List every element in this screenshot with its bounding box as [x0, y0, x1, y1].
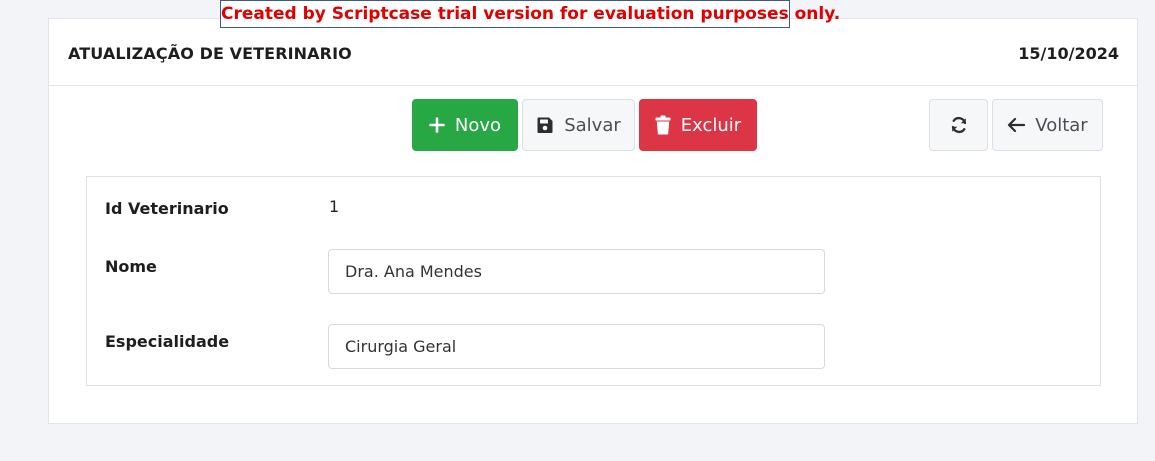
page-title: ATUALIZAÇÃO DE VETERINARIO — [68, 44, 352, 63]
id-veterinario-value: 1 — [329, 197, 340, 216]
save-button-label: Salvar — [564, 114, 621, 136]
nome-input[interactable] — [328, 249, 825, 294]
delete-button-label: Excluir — [680, 114, 742, 136]
back-button-label: Voltar — [1035, 114, 1088, 136]
trial-banner: Created by Scriptcase trial version for … — [220, 0, 840, 28]
form-fields: Id Veterinario 1 Nome Especialidade — [86, 176, 1101, 386]
arrow-left-icon — [1007, 117, 1026, 133]
delete-button[interactable]: Excluir — [639, 99, 757, 151]
save-button[interactable]: Salvar — [522, 99, 635, 151]
id-veterinario-label: Id Veterinario — [105, 199, 229, 218]
back-button[interactable]: Voltar — [992, 99, 1103, 151]
refresh-icon — [949, 115, 969, 135]
trash-icon — [655, 115, 671, 135]
new-button-label: Novo — [454, 114, 502, 136]
floppy-disk-icon — [536, 116, 554, 134]
nome-label: Nome — [105, 257, 157, 276]
form-card: ATUALIZAÇÃO DE VETERINARIO 15/10/2024 No… — [48, 18, 1138, 424]
plus-icon — [429, 117, 445, 133]
refresh-button[interactable] — [929, 99, 988, 151]
especialidade-input[interactable] — [328, 324, 825, 369]
page-date: 15/10/2024 — [1018, 44, 1119, 63]
new-button[interactable]: Novo — [412, 99, 518, 151]
especialidade-label: Especialidade — [105, 332, 230, 351]
card-header: ATUALIZAÇÃO DE VETERINARIO 15/10/2024 — [49, 19, 1137, 86]
